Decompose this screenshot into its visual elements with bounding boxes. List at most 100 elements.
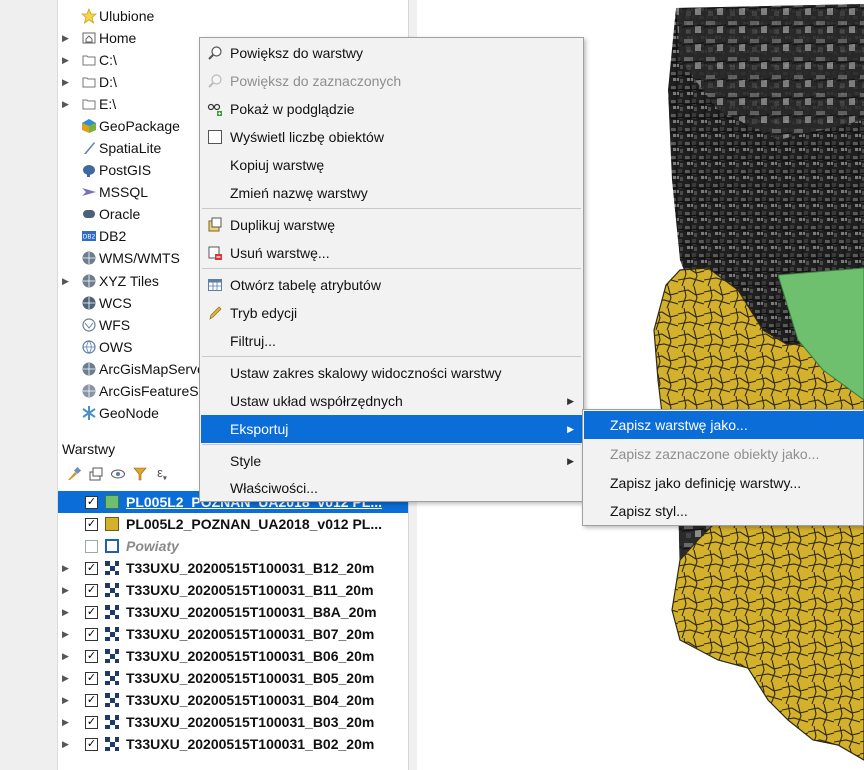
- layer-row[interactable]: Powiaty: [58, 535, 408, 557]
- browser-item-label: C:\: [99, 52, 117, 68]
- expand-arrow-icon[interactable]: ▶: [62, 276, 70, 287]
- menu-item-show-in-overview[interactable]: Pokaż w podglądzie: [201, 95, 582, 123]
- layer-visibility-checkbox[interactable]: [85, 539, 98, 553]
- layer-visibility-checkbox[interactable]: ✓: [85, 605, 98, 619]
- layer-name: Powiaty: [126, 538, 179, 554]
- layer-row[interactable]: ✓ PL005L2_POZNAN_UA2018_v012 PL...: [58, 513, 408, 535]
- globe-icon: [80, 250, 97, 266]
- expand-arrow-icon[interactable]: ▶: [62, 695, 69, 706]
- layer-visibility-checkbox[interactable]: ✓: [85, 517, 98, 531]
- menu-item-label: Otwórz tabelę atrybutów: [230, 277, 381, 293]
- menu-item-toggle-editing[interactable]: Tryb edycji: [201, 299, 582, 327]
- submenu-item-save-style[interactable]: Zapisz styl...: [584, 497, 864, 525]
- menu-item-show-feature-count[interactable]: Wyświetl liczbę obiektów: [201, 123, 582, 151]
- expand-arrow-icon[interactable]: ▶: [62, 77, 70, 88]
- menu-item-open-attribute-table[interactable]: Otwórz tabelę atrybutów: [201, 271, 582, 299]
- layer-visibility-checkbox[interactable]: ✓: [85, 715, 98, 729]
- folder-icon: [80, 52, 97, 68]
- globe-icon: [80, 295, 97, 311]
- expand-arrow-icon[interactable]: ▶: [62, 563, 69, 574]
- layer-visibility-checkbox[interactable]: ✓: [85, 583, 98, 597]
- layer-visibility-checkbox[interactable]: ✓: [85, 649, 98, 663]
- raster-layer-icon: [105, 605, 119, 619]
- browser-item-label: PostGIS: [99, 162, 152, 178]
- menu-item-set-crs[interactable]: Ustaw układ współrzędnych ▶: [201, 387, 582, 415]
- layer-row[interactable]: ▶ ✓ T33UXU_20200515T100031_B04_20m: [58, 689, 408, 711]
- checkbox-icon[interactable]: [207, 129, 223, 145]
- menu-item-label: Pokaż w podglądzie: [230, 101, 355, 117]
- layer-row[interactable]: ▶ ✓ T33UXU_20200515T100031_B8A_20m: [58, 601, 408, 623]
- menu-item-properties[interactable]: Właściwości...: [201, 474, 582, 502]
- layer-visibility-checkbox[interactable]: ✓: [85, 693, 98, 707]
- layer-visibility-checkbox[interactable]: ✓: [85, 495, 98, 509]
- layer-visibility-checkbox[interactable]: ✓: [85, 671, 98, 685]
- layer-name: T33UXU_20200515T100031_B07_20m: [126, 626, 375, 642]
- layer-name: T33UXU_20200515T100031_B06_20m: [126, 648, 375, 664]
- layer-symbol-icon: [105, 539, 119, 553]
- layer-visibility-checkbox[interactable]: ✓: [85, 627, 98, 641]
- menu-item-label: Wyświetl liczbę obiektów: [230, 129, 384, 145]
- expand-arrow-icon[interactable]: ▶: [62, 651, 69, 662]
- menu-separator: [202, 356, 581, 357]
- expand-arrow-icon[interactable]: ▶: [62, 607, 69, 618]
- export-submenu: Zapisz warstwę jako... Zapisz zaznaczone…: [582, 409, 864, 526]
- layer-name: PL005L2_POZNAN_UA2018_v012 PL...: [126, 516, 383, 532]
- layer-row[interactable]: ▶ ✓ T33UXU_20200515T100031_B05_20m: [58, 667, 408, 689]
- menu-item-zoom-to-selected[interactable]: Powiększ do zaznaczonych: [201, 67, 582, 95]
- raster-layer-icon: [105, 583, 119, 597]
- menu-item-set-scale-visibility[interactable]: Ustaw zakres skalowy widoczności warstwy: [201, 359, 582, 387]
- layer-name: T33UXU_20200515T100031_B04_20m: [126, 692, 375, 708]
- expand-arrow-icon[interactable]: ▶: [62, 33, 70, 44]
- layers-toolbar: ε▾: [66, 464, 170, 484]
- layer-visibility-checkbox[interactable]: ✓: [85, 561, 98, 575]
- submenu-arrow-icon: ▶: [567, 455, 574, 466]
- layer-row[interactable]: ▶ ✓ T33UXU_20200515T100031_B02_20m: [58, 733, 408, 755]
- submenu-item-save-layer-as[interactable]: Zapisz warstwę jako...: [584, 411, 864, 439]
- menu-separator: [202, 208, 581, 209]
- layer-row[interactable]: ▶ ✓ T33UXU_20200515T100031_B11_20m: [58, 579, 408, 601]
- browser-item-label: GeoPackage: [99, 118, 180, 134]
- filter-icon[interactable]: [132, 466, 148, 482]
- style-brush-icon[interactable]: [66, 466, 82, 482]
- menu-item-label: Ustaw układ współrzędnych: [230, 393, 403, 409]
- menu-item-filter[interactable]: Filtruj...: [201, 327, 582, 355]
- postgis-icon: [80, 162, 97, 178]
- expand-arrow-icon[interactable]: ▶: [62, 585, 69, 596]
- menu-item-copy-layer[interactable]: Kopiuj warstwę: [201, 151, 582, 179]
- expand-arrow-icon[interactable]: ▶: [62, 99, 70, 110]
- expand-arrow-icon[interactable]: ▶: [62, 717, 69, 728]
- raster-layer-icon: [105, 561, 119, 575]
- expand-arrow-icon[interactable]: ▶: [62, 629, 69, 640]
- layers-panel-title: Warstwy: [62, 441, 116, 457]
- menu-item-zoom-to-layer[interactable]: Powiększ do warstwy: [201, 39, 582, 67]
- layer-row[interactable]: ▶ ✓ T33UXU_20200515T100031_B07_20m: [58, 623, 408, 645]
- menu-item-export[interactable]: Eksportuj ▶: [201, 415, 582, 443]
- menu-item-label: Usuń warstwę...: [230, 245, 330, 261]
- layer-row[interactable]: ▶ ✓ T33UXU_20200515T100031_B12_20m: [58, 557, 408, 579]
- menu-separator: [202, 444, 581, 445]
- browser-item-label: E:\: [99, 96, 117, 112]
- layer-row[interactable]: ▶ ✓ T33UXU_20200515T100031_B06_20m: [58, 645, 408, 667]
- expand-arrow-icon[interactable]: ▶: [62, 673, 69, 684]
- browser-item-label: Ulubione: [99, 8, 155, 24]
- zoom-selected-icon: [207, 73, 223, 89]
- browser-item-label: SpatiaLite: [99, 140, 162, 156]
- layer-visibility-checkbox[interactable]: ✓: [85, 737, 98, 751]
- browser-item-favorites[interactable]: Ulubione: [58, 5, 408, 27]
- submenu-item-save-layer-definition[interactable]: Zapisz jako definicję warstwy...: [584, 469, 864, 497]
- duplicate-layer-icon: [207, 217, 223, 233]
- menu-item-duplicate-layer[interactable]: Duplikuj warstwę: [201, 211, 582, 239]
- eye-icon[interactable]: [110, 466, 126, 482]
- add-group-icon[interactable]: [88, 466, 104, 482]
- expression-filter-icon[interactable]: ε▾: [154, 465, 170, 483]
- attribute-table-icon: [207, 277, 223, 293]
- layer-row[interactable]: ▶ ✓ T33UXU_20200515T100031_B03_20m: [58, 711, 408, 733]
- raster-layer-icon: [105, 671, 119, 685]
- menu-item-rename-layer[interactable]: Zmień nazwę warstwy: [201, 179, 582, 207]
- menu-item-remove-layer[interactable]: Usuń warstwę...: [201, 239, 582, 267]
- expand-arrow-icon[interactable]: ▶: [62, 739, 69, 750]
- menu-item-styles[interactable]: Style ▶: [201, 447, 582, 475]
- submenu-item-save-selected-as[interactable]: Zapisz zaznaczone obiekty jako...: [584, 440, 864, 468]
- expand-arrow-icon[interactable]: ▶: [62, 55, 70, 66]
- browser-item-label: XYZ Tiles: [99, 273, 159, 289]
